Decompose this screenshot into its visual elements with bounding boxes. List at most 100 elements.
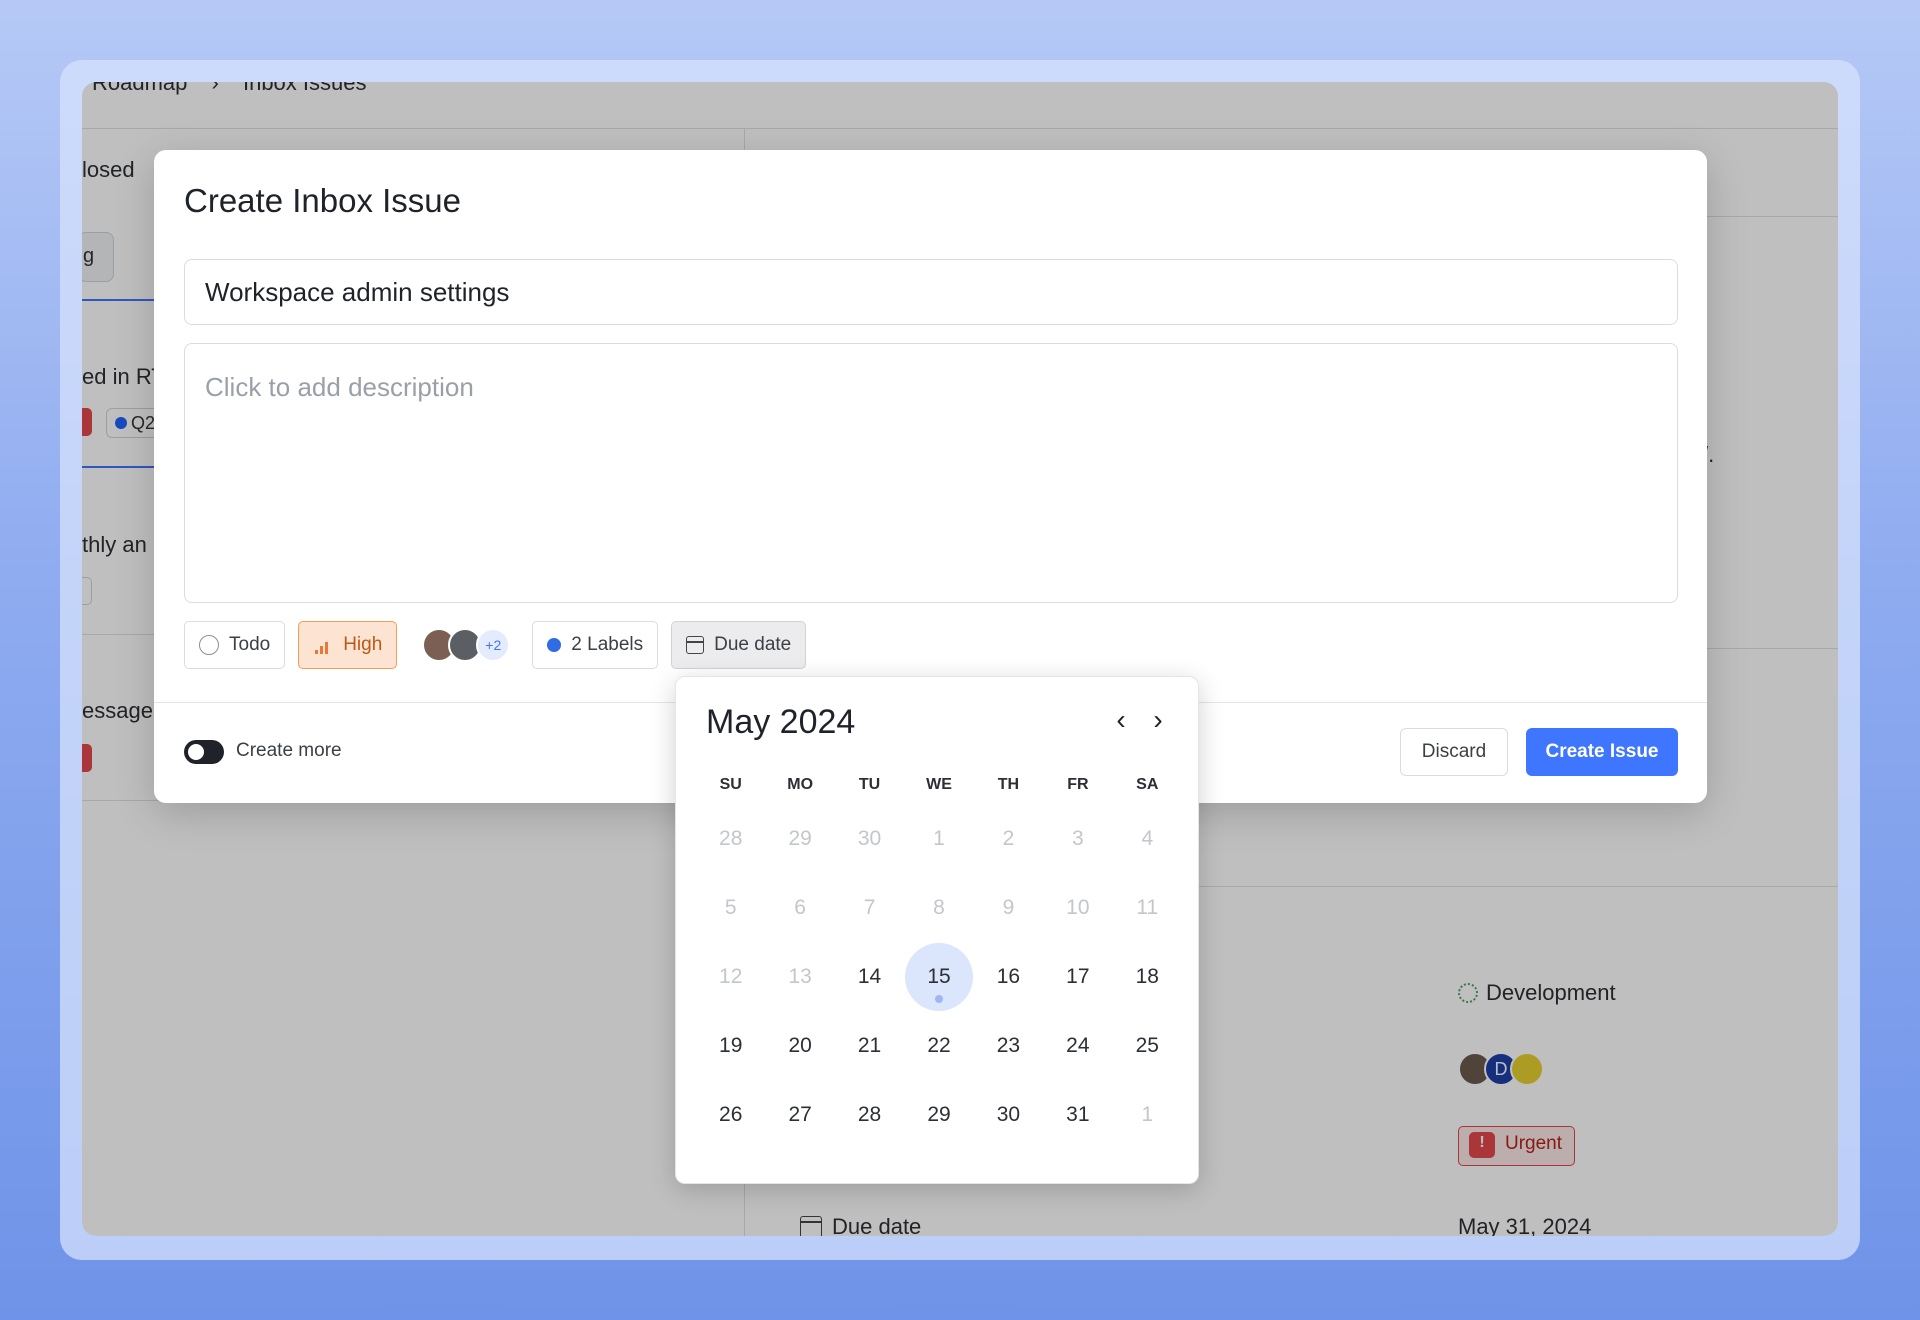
day-number: 27 xyxy=(788,1102,812,1126)
weekday-label: TH xyxy=(997,776,1020,793)
day-cell[interactable]: 27 xyxy=(765,1080,834,1149)
day-number: 1 xyxy=(1141,1102,1154,1126)
description-input[interactable] xyxy=(184,343,1678,603)
day-cell[interactable]: 28 xyxy=(835,1080,904,1149)
day-number: 15 xyxy=(927,964,951,988)
weekday-label: FR xyxy=(1067,776,1089,793)
day-number: 5 xyxy=(724,895,737,919)
day-number: 14 xyxy=(857,964,882,988)
day-cell[interactable]: 12 xyxy=(696,942,765,1011)
day-number: 19 xyxy=(719,1033,743,1057)
create-more-toggle[interactable] xyxy=(184,740,224,764)
weekday-label: TU xyxy=(858,776,881,793)
weekday-label: MO xyxy=(787,776,814,793)
day-cell[interactable]: 25 xyxy=(1113,1011,1182,1080)
labels-dropdown[interactable]: 2 Labels xyxy=(532,621,659,669)
day-cell-today[interactable]: 15 xyxy=(904,942,974,1011)
day-cell[interactable]: 6 xyxy=(765,873,834,942)
day-cell[interactable]: 23 xyxy=(974,1011,1043,1080)
day-cell[interactable]: 13 xyxy=(765,942,834,1011)
day-cell[interactable]: 10 xyxy=(1043,873,1112,942)
day-cell[interactable]: 9 xyxy=(974,873,1043,942)
more-assignees-badge: +2 xyxy=(476,628,511,662)
create-more-label: Create more xyxy=(236,740,342,761)
day-number: 29 xyxy=(927,1102,951,1126)
day-number: 8 xyxy=(933,895,945,919)
day-number: 1 xyxy=(933,826,945,850)
weekday-label: SU xyxy=(719,776,742,793)
day-number: 4 xyxy=(1141,826,1154,850)
day-number: 16 xyxy=(996,964,1021,988)
day-number: 3 xyxy=(1072,826,1084,850)
priority-bars-icon xyxy=(313,636,333,654)
day-cell[interactable]: 4 xyxy=(1113,804,1182,873)
day-number: 28 xyxy=(857,1102,882,1126)
day-cell[interactable]: 20 xyxy=(765,1011,834,1080)
day-cell[interactable]: 5 xyxy=(696,873,765,942)
create-issue-button[interactable]: Create Issue xyxy=(1526,728,1678,776)
day-cell[interactable]: 29 xyxy=(765,804,834,873)
day-number: 25 xyxy=(1135,1033,1159,1057)
day-number: 2 xyxy=(1002,826,1015,850)
label-dot-icon xyxy=(547,638,562,652)
day-cell[interactable]: 26 xyxy=(696,1080,765,1149)
day-cell[interactable]: 14 xyxy=(835,942,904,1011)
day-cell[interactable]: 30 xyxy=(835,804,904,873)
day-number: 20 xyxy=(788,1033,812,1057)
day-cell[interactable]: 17 xyxy=(1043,942,1112,1011)
day-number: 13 xyxy=(788,964,812,988)
calendar-icon xyxy=(686,636,705,654)
priority-dropdown[interactable]: High xyxy=(298,621,398,669)
day-cell[interactable]: 1 xyxy=(1113,1080,1182,1149)
weekday-label: WE xyxy=(926,776,952,793)
day-number: 30 xyxy=(857,826,882,850)
day-cell[interactable]: 22 xyxy=(904,1011,973,1080)
day-cell[interactable]: 19 xyxy=(696,1011,765,1080)
discard-button[interactable]: Discard xyxy=(1400,728,1508,776)
day-cell[interactable]: 28 xyxy=(696,804,765,873)
due-date-label: Due date xyxy=(714,634,792,655)
state-label: Todo xyxy=(229,634,271,655)
chevron-left-icon[interactable]: ‹ xyxy=(1106,705,1136,735)
day-number: 10 xyxy=(1066,895,1090,919)
chevron-right-icon[interactable]: › xyxy=(1143,705,1173,735)
day-cell[interactable]: 2 xyxy=(974,804,1043,873)
issue-title-input[interactable] xyxy=(184,259,1678,325)
priority-label: High xyxy=(343,634,383,655)
day-number: 12 xyxy=(719,964,743,988)
day-cell[interactable]: 18 xyxy=(1113,942,1182,1011)
month-label: May 2024 xyxy=(706,703,856,741)
day-number: 23 xyxy=(996,1033,1021,1057)
day-cell[interactable]: 30 xyxy=(974,1080,1043,1149)
day-cell[interactable]: 8 xyxy=(904,873,973,942)
weekday-header: SU MO TU WE TH FR SA xyxy=(696,776,1182,794)
day-cell[interactable]: 3 xyxy=(1043,804,1112,873)
day-cell[interactable]: 7 xyxy=(835,873,904,942)
day-cell[interactable]: 16 xyxy=(974,942,1043,1011)
day-cell[interactable]: 11 xyxy=(1113,873,1182,942)
date-picker: May 2024 ‹ › SU MO TU WE TH FR SA 28 29 30 1 2 3 4 5 6… xyxy=(675,676,1199,1184)
day-cell[interactable]: 29 xyxy=(904,1080,973,1149)
modal-title: Create Inbox Issue xyxy=(184,182,461,219)
calendar-grid: 28 29 30 1 2 3 4 5 6 7 8 9 10 11 12 13 14 15 16 17 18 19 20 21 2… xyxy=(696,804,1182,1149)
day-cell[interactable]: 1 xyxy=(904,804,973,873)
day-number: 31 xyxy=(1066,1102,1090,1126)
day-number: 7 xyxy=(863,895,876,919)
day-number: 17 xyxy=(1066,964,1090,988)
state-dropdown[interactable]: Todo xyxy=(184,621,286,669)
issue-properties: Todo High +2 2 Labels Due date xyxy=(184,621,819,669)
day-number: 24 xyxy=(1066,1033,1090,1057)
day-cell[interactable]: 24 xyxy=(1043,1011,1112,1080)
labels-label: 2 Labels xyxy=(571,634,644,655)
assignees-dropdown[interactable]: +2 xyxy=(422,628,511,662)
day-number: 29 xyxy=(788,826,812,850)
day-number: 18 xyxy=(1135,964,1159,988)
day-cell[interactable]: 31 xyxy=(1043,1080,1112,1149)
day-number: 26 xyxy=(719,1102,743,1126)
day-number: 22 xyxy=(927,1033,951,1057)
day-cell[interactable]: 21 xyxy=(835,1011,904,1080)
due-date-button[interactable]: Due date xyxy=(671,621,807,669)
day-number: 11 xyxy=(1136,895,1159,919)
weekday-label: SA xyxy=(1136,776,1159,793)
day-number: 30 xyxy=(996,1102,1021,1126)
